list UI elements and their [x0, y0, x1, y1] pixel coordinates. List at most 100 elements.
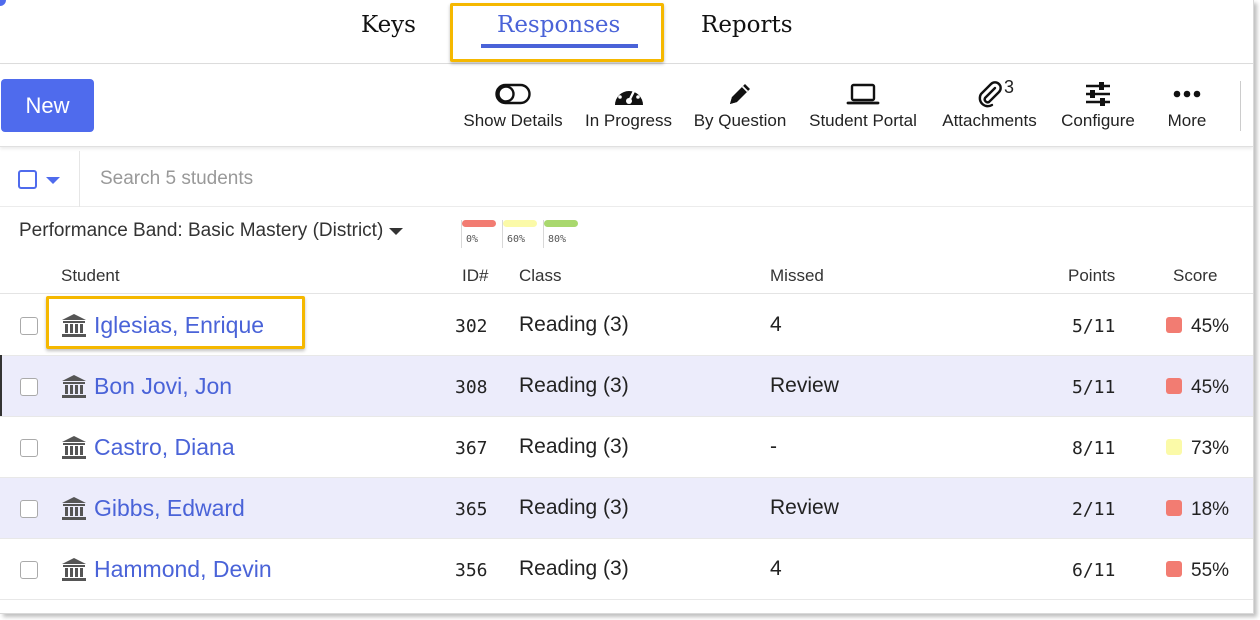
score-band-swatch	[1166, 439, 1182, 455]
new-button[interactable]: New	[1, 79, 94, 132]
table-row: Hammond, Devin 356 Reading (3) 4 6/11 55…	[0, 539, 1253, 600]
search-divider	[79, 151, 80, 207]
table-row: Gibbs, Edward 365 Reading (3) Review 2/1…	[0, 478, 1253, 539]
band-bar-mid	[503, 220, 537, 227]
student-score: 45%	[1191, 316, 1230, 337]
configure-button[interactable]: Configure	[1060, 77, 1136, 131]
table-row: Bon Jovi, Jon 308 Reading (3) Review 5/1…	[0, 356, 1253, 417]
student-name-link[interactable]: Castro, Diana	[94, 434, 235, 461]
row-checkbox[interactable]	[20, 378, 38, 396]
score-band-swatch	[1166, 378, 1182, 394]
student-class: Reading (3)	[519, 313, 629, 336]
institution-icon	[62, 558, 86, 581]
student-points: 5/11	[1072, 377, 1116, 398]
row-checkbox[interactable]	[20, 317, 38, 335]
row-checkbox[interactable]	[20, 500, 38, 518]
search-row	[0, 151, 1253, 207]
band-legend-low: 0%	[461, 220, 496, 248]
institution-icon	[62, 436, 86, 459]
search-input[interactable]	[100, 161, 700, 197]
select-dropdown-caret-icon[interactable]	[46, 177, 60, 184]
student-class: Reading (3)	[519, 435, 629, 458]
attachments-count: 3	[1004, 77, 1015, 97]
in-progress-label: In Progress	[585, 111, 672, 130]
in-progress-button[interactable]: In Progress	[584, 77, 673, 131]
student-id: 308	[455, 377, 488, 398]
column-score[interactable]: Score	[1173, 266, 1217, 286]
tab-reports[interactable]: Reports	[701, 12, 793, 38]
score-band-swatch	[1166, 500, 1182, 516]
performance-band-label: Performance Band: Basic Mastery (Distric…	[19, 220, 384, 241]
score-band-swatch	[1166, 561, 1182, 577]
student-name-link[interactable]: Bon Jovi, Jon	[94, 373, 232, 400]
attachments-button[interactable]: 3 Attachments	[939, 77, 1040, 131]
band-label-mid: 60%	[507, 234, 526, 245]
band-label-low: 0%	[466, 234, 479, 245]
institution-icon	[62, 497, 86, 520]
student-portal-button[interactable]: Student Portal	[807, 77, 919, 131]
institution-icon	[62, 375, 86, 398]
performance-band-dropdown[interactable]: Performance Band: Basic Mastery (Distric…	[19, 220, 404, 242]
student-class: Reading (3)	[519, 557, 629, 580]
student-id: 356	[455, 560, 488, 581]
student-points: 8/11	[1072, 438, 1116, 459]
row-checkbox[interactable]	[20, 561, 38, 579]
student-class: Reading (3)	[519, 374, 629, 397]
more-label: More	[1167, 111, 1207, 130]
column-student[interactable]: Student	[61, 266, 120, 286]
band-bar-high	[544, 220, 578, 227]
student-name-link[interactable]: Hammond, Devin	[94, 556, 272, 583]
column-missed[interactable]: Missed	[770, 266, 824, 286]
column-class[interactable]: Class	[519, 266, 562, 286]
show-details-button[interactable]: Show Details	[462, 77, 564, 131]
student-missed: -	[770, 435, 777, 458]
toggle-icon	[495, 77, 531, 111]
student-score: 18%	[1191, 499, 1230, 520]
more-button[interactable]: More	[1163, 77, 1211, 131]
student-score: 73%	[1191, 438, 1230, 459]
attachments-label: Attachments	[942, 111, 1037, 130]
student-score: 55%	[1191, 560, 1230, 581]
column-id[interactable]: ID#	[462, 266, 488, 286]
student-missed[interactable]: Review	[770, 374, 839, 398]
column-points[interactable]: Points	[1068, 266, 1115, 286]
student-id: 367	[455, 438, 488, 459]
by-question-button[interactable]: By Question	[693, 77, 787, 131]
student-missed[interactable]: Review	[770, 496, 839, 520]
student-points: 5/11	[1072, 316, 1116, 337]
score-band-swatch	[1166, 317, 1182, 333]
tab-keys[interactable]: Keys	[361, 12, 416, 38]
student-highlight-box	[46, 296, 305, 349]
speedometer-icon	[613, 77, 645, 111]
band-legend-mid: 60%	[502, 220, 537, 248]
sliders-icon	[1084, 77, 1112, 111]
student-points: 2/11	[1072, 499, 1116, 520]
student-portal-label: Student Portal	[809, 111, 917, 130]
band-label-high: 80%	[548, 234, 567, 245]
pencil-icon	[726, 77, 754, 111]
select-all-checkbox[interactable]	[18, 170, 37, 189]
show-details-label: Show Details	[463, 111, 563, 130]
table-header: Student ID# Class Missed Points Score	[0, 258, 1253, 294]
paperclip-icon	[975, 77, 1005, 111]
tab-highlight-box	[450, 3, 664, 62]
student-class: Reading (3)	[519, 496, 629, 519]
student-score: 45%	[1191, 377, 1230, 398]
student-missed[interactable]: 4	[770, 557, 782, 581]
by-question-label: By Question	[693, 111, 787, 130]
student-name-link[interactable]: Gibbs, Edward	[94, 495, 245, 522]
band-legend: 0% 60% 80%	[461, 220, 578, 248]
configure-label: Configure	[1061, 111, 1135, 130]
row-checkbox[interactable]	[20, 439, 38, 457]
band-caret-icon	[389, 227, 404, 235]
student-missed[interactable]: 4	[770, 313, 782, 337]
table-row: Castro, Diana 367 Reading (3) - 8/11 73%	[0, 417, 1253, 478]
student-id: 365	[455, 499, 488, 520]
band-legend-high: 80%	[543, 220, 578, 248]
toolbar-divider	[1240, 81, 1241, 131]
student-id: 302	[455, 316, 488, 337]
tab-bar: Keys Responses Reports	[0, 0, 1253, 64]
row-left-rule	[0, 355, 2, 416]
band-bar-low	[462, 220, 496, 227]
student-points: 6/11	[1072, 560, 1116, 581]
